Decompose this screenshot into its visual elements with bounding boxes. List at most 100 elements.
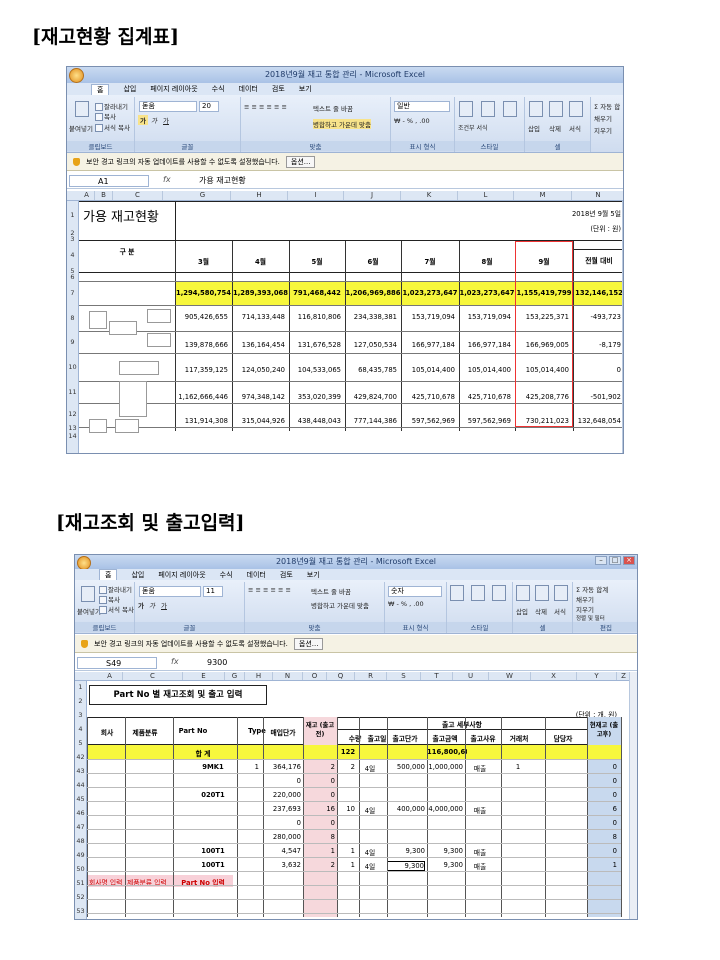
merge-center-button[interactable]: 병합하고 가운데 맞춤: [311, 600, 369, 610]
row-stock[interactable]: 0: [303, 791, 335, 799]
fill-button[interactable]: 채우기: [576, 594, 594, 604]
column-header[interactable]: B: [95, 191, 113, 200]
conditional-format-icon[interactable]: [450, 585, 464, 601]
fx-icon[interactable]: fx: [163, 175, 171, 184]
row-price[interactable]: 220,000: [263, 791, 301, 799]
row-date[interactable]: 4일: [359, 805, 381, 815]
row-cur[interactable]: 0: [587, 763, 617, 771]
formula-input[interactable]: 가용 재고현황: [199, 175, 246, 186]
wrap-text-button[interactable]: 텍스트 줄 바꿈: [311, 586, 351, 596]
maximize-button[interactable]: □: [609, 556, 621, 565]
format-painter-button[interactable]: 서식 복사: [99, 604, 134, 614]
ribbon-tab[interactable]: 데이터: [247, 570, 266, 580]
row-header[interactable]: 44: [75, 781, 86, 790]
fx-icon[interactable]: fx: [171, 657, 179, 666]
row-header[interactable]: 4: [75, 725, 86, 734]
ribbon-tab[interactable]: 홈: [91, 83, 110, 95]
currency-buttons[interactable]: ₩ - % , .00: [388, 600, 424, 608]
font-name-select[interactable]: 돋움: [139, 101, 197, 112]
row-qty[interactable]: 2: [337, 763, 355, 771]
row-price[interactable]: 237,693: [263, 805, 301, 813]
row-amount[interactable]: 9,300: [427, 847, 463, 855]
column-header[interactable]: W: [489, 672, 531, 680]
row-price[interactable]: 364,176: [263, 763, 301, 771]
copy-button[interactable]: 복사: [99, 594, 120, 604]
ribbon-tab[interactable]: 보기: [307, 570, 320, 580]
align-icons[interactable]: ≡ ≡ ≡ ≡ ≡ ≡: [244, 103, 287, 111]
ribbon-tab[interactable]: 보기: [299, 84, 312, 94]
delete-cells-icon[interactable]: [549, 101, 563, 117]
row-header[interactable]: 50: [75, 865, 86, 874]
row-qty[interactable]: 1: [337, 847, 355, 855]
column-header[interactable]: O: [303, 672, 327, 680]
column-header[interactable]: N: [273, 672, 303, 680]
cut-button[interactable]: 잘라내기: [95, 101, 128, 111]
row-qty[interactable]: 1: [337, 861, 355, 869]
fill-button[interactable]: 채우기: [594, 113, 612, 123]
column-header[interactable]: A: [97, 672, 123, 680]
row-stock[interactable]: 2: [303, 861, 335, 869]
close-button[interactable]: ×: [623, 556, 635, 565]
ribbon-tab[interactable]: 검토: [280, 570, 293, 580]
font-size-select[interactable]: 11: [203, 586, 223, 597]
row-qty[interactable]: 10: [337, 805, 355, 813]
bold-button[interactable]: 가: [138, 115, 148, 125]
vertical-scrollbar[interactable]: [629, 672, 637, 919]
row-cur[interactable]: 0: [587, 791, 617, 799]
row-price[interactable]: 0: [263, 819, 301, 827]
currency-buttons[interactable]: ₩ - % , .00: [394, 117, 430, 125]
clear-button[interactable]: 지우기: [576, 604, 594, 614]
row-part[interactable]: 020T1: [193, 791, 233, 799]
paste-icon[interactable]: [81, 586, 95, 602]
row-header[interactable]: 43: [75, 767, 86, 776]
ribbon-tab[interactable]: 수식: [212, 84, 225, 94]
delete-cells-icon[interactable]: [535, 585, 549, 601]
row-header[interactable]: 3: [75, 711, 86, 720]
row-type[interactable]: 1: [237, 763, 259, 771]
row-unit[interactable]: 9,300: [387, 847, 425, 855]
row-date[interactable]: 4일: [359, 847, 381, 857]
column-header[interactable]: G: [225, 672, 245, 680]
row-header[interactable]: 52: [75, 893, 86, 902]
format-cells-icon[interactable]: [554, 585, 568, 601]
column-header[interactable]: Y: [577, 672, 617, 680]
row-header[interactable]: 42: [75, 753, 86, 762]
underline-button[interactable]: 가: [161, 600, 167, 610]
row-date[interactable]: 4일: [359, 861, 381, 871]
autosum-button[interactable]: Σ 자동 합: [594, 101, 620, 111]
autosum-button[interactable]: Σ 자동 합계: [576, 584, 608, 594]
column-header[interactable]: E: [183, 672, 225, 680]
ribbon-tab[interactable]: 홈: [99, 569, 118, 580]
row-unit[interactable]: 500,000: [387, 763, 425, 771]
column-header[interactable]: C: [113, 191, 163, 200]
office-button[interactable]: [69, 68, 84, 83]
row-stock[interactable]: 0: [303, 819, 335, 827]
column-header[interactable]: K: [401, 191, 458, 200]
underline-button[interactable]: 가: [163, 115, 169, 125]
format-painter-button[interactable]: 서식 복사: [95, 122, 130, 132]
cell-style-icon[interactable]: [503, 101, 517, 117]
options-button[interactable]: 옵션...: [285, 155, 316, 168]
number-format-select[interactable]: 일반: [394, 101, 450, 112]
ribbon-tab[interactable]: 삽입: [131, 570, 144, 580]
font-size-select[interactable]: 20: [199, 101, 219, 112]
row-stock[interactable]: 0: [303, 777, 335, 785]
row-header[interactable]: 51: [75, 879, 86, 888]
vertical-scrollbar[interactable]: [622, 201, 623, 453]
table-format-icon[interactable]: [481, 101, 495, 117]
options-button[interactable]: 옵션...: [293, 637, 324, 650]
column-header[interactable]: J: [344, 191, 401, 200]
merge-center-button[interactable]: 병합하고 가운데 맞춤: [313, 119, 371, 129]
insert-cells-icon[interactable]: [516, 585, 530, 601]
row-price[interactable]: 4,547: [263, 847, 301, 855]
office-button[interactable]: [77, 556, 91, 570]
row-reason[interactable]: 매출: [465, 763, 495, 773]
column-header[interactable]: L: [458, 191, 514, 200]
column-header[interactable]: T: [421, 672, 453, 680]
wrap-text-button[interactable]: 텍스트 줄 바꿈: [313, 103, 353, 113]
ribbon-tab[interactable]: 페이지 레이아웃: [150, 84, 197, 94]
row-stock[interactable]: 1: [303, 847, 335, 855]
row-cur[interactable]: 8: [587, 833, 617, 841]
paste-button[interactable]: 붙여넣기: [77, 606, 101, 616]
row-header[interactable]: 4: [67, 251, 78, 260]
